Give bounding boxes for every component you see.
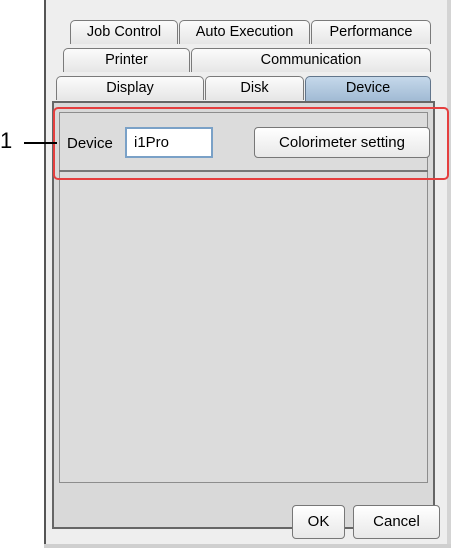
- dialog-bottom-edge: [44, 544, 451, 548]
- dialog-right-edge: [447, 0, 451, 548]
- tab-job-control[interactable]: Job Control: [70, 20, 178, 44]
- cancel-button[interactable]: Cancel: [353, 505, 440, 539]
- callout-leader-line: [24, 142, 57, 144]
- tab-display[interactable]: Display: [56, 76, 204, 100]
- callout-highlight-box: [53, 107, 449, 180]
- tab-auto-execution[interactable]: Auto Execution: [179, 20, 310, 44]
- tab-printer[interactable]: Printer: [63, 48, 190, 72]
- tab-disk[interactable]: Disk: [205, 76, 304, 100]
- callout-number: 1: [0, 128, 13, 153]
- tab-device[interactable]: Device: [305, 76, 431, 102]
- tab-performance[interactable]: Performance: [311, 20, 431, 44]
- tab-communication[interactable]: Communication: [191, 48, 431, 72]
- ok-button[interactable]: OK: [292, 505, 345, 539]
